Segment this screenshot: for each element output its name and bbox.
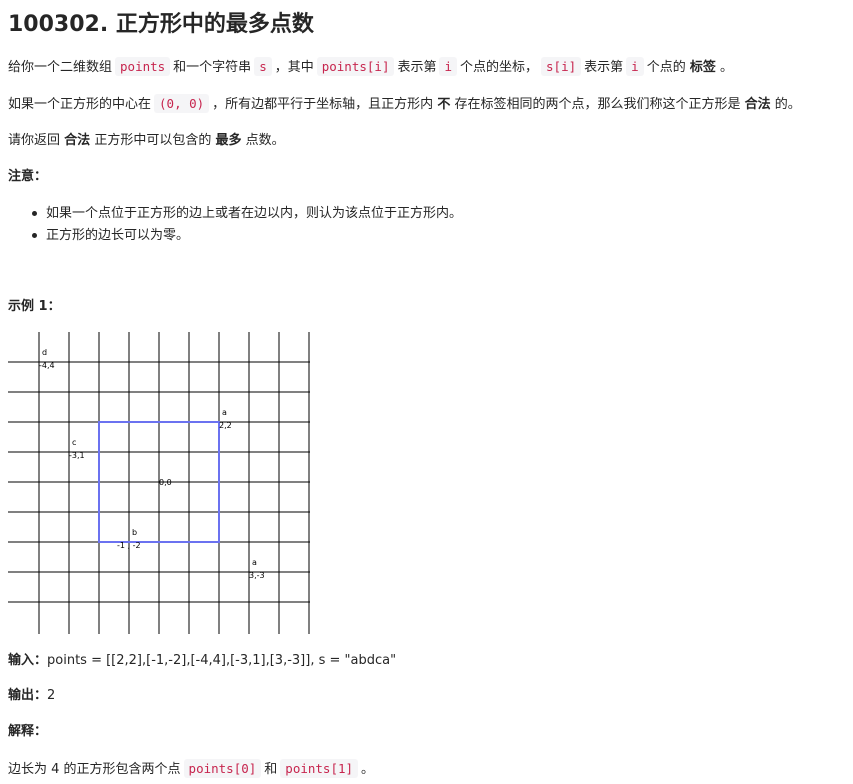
point-coordinate-label: 3,-3 bbox=[249, 571, 265, 580]
inline-code: points bbox=[115, 57, 171, 76]
inline-code: points[i] bbox=[316, 57, 395, 76]
inline-code: (0, 0) bbox=[154, 94, 210, 113]
output-value: 2 bbox=[47, 688, 56, 703]
text: 。 bbox=[361, 762, 375, 777]
text: 。 bbox=[720, 60, 734, 75]
bold-text: 最多 bbox=[215, 133, 242, 148]
description-paragraph-3: 请你返回 合法 正方形中可以包含的 最多 点数。 bbox=[8, 131, 285, 151]
text: 和 bbox=[264, 762, 278, 777]
point-letter-label: c bbox=[72, 438, 76, 447]
inline-code: i bbox=[626, 57, 644, 76]
inline-code: points[1] bbox=[280, 759, 359, 778]
text: ，所有边都平行于坐标轴，且正方形内 bbox=[212, 97, 434, 112]
text: 的。 bbox=[774, 97, 801, 112]
description-paragraph-1: 给你一个二维数组 points 和一个字符串 s ，其中 points[i] 表示第 i 个点的… bbox=[8, 57, 733, 78]
text: 如果一个正方形的中心在 bbox=[8, 97, 152, 112]
example-input: 输入：points = [[2,2],[-1,-2],[-4,4],[-3,1]… bbox=[8, 651, 396, 671]
note-heading: 注意： bbox=[8, 167, 47, 187]
input-label: 输入： bbox=[8, 653, 48, 668]
text: 个点的 bbox=[646, 60, 686, 75]
text: 点数。 bbox=[245, 133, 285, 148]
text: 请你返回 bbox=[8, 133, 61, 148]
description-paragraph-2: 如果一个正方形的中心在 (0, 0) ，所有边都平行于坐标轴，且正方形内 不 存在标… bbox=[8, 94, 801, 115]
text: 表示第 bbox=[584, 60, 624, 75]
point-labels: 0,0 d -4,4 c -3,1 a 2,2 b -1 , -2 a 3,-3 bbox=[39, 348, 265, 580]
text: 正方形中可以包含的 bbox=[94, 133, 212, 148]
example-heading: 示例 1： bbox=[8, 297, 61, 317]
bold-text: 注意： bbox=[8, 169, 48, 184]
note-item: 如果一个点位于正方形的边上或者在边以内，则认为该点位于正方形内。 bbox=[30, 203, 462, 225]
text: 表示第 bbox=[397, 60, 437, 75]
note-list: 如果一个点位于正方形的边上或者在边以内，则认为该点位于正方形内。 正方形的边长可… bbox=[30, 203, 462, 247]
point-letter-label: a bbox=[222, 408, 227, 417]
point-coordinate-label: -3,1 bbox=[69, 451, 85, 460]
problem-title: 100302. 正方形中的最多点数 bbox=[8, 12, 314, 37]
explanation-label: 解释： bbox=[8, 724, 48, 739]
inline-code: i bbox=[439, 57, 458, 76]
point-letter-label: d bbox=[42, 348, 47, 357]
inline-code: points[0] bbox=[183, 759, 262, 778]
explanation-text: 边长为 4 的正方形包含两个点 points[0] 和 points[1]。 bbox=[8, 759, 374, 780]
input-value: points = [[2,2],[-1,-2],[-4,4],[-3,1],[3… bbox=[47, 653, 397, 668]
example-explanation-heading: 解释： bbox=[8, 722, 47, 742]
inline-code: s[i] bbox=[541, 57, 582, 76]
output-label: 输出： bbox=[8, 688, 48, 703]
point-coordinate-label: -1 , -2 bbox=[117, 541, 141, 550]
text: 边长为 4 的正方形包含两个点 bbox=[8, 762, 181, 777]
point-letter-label: a bbox=[252, 558, 257, 567]
bold-text: 合法 bbox=[64, 133, 91, 148]
coordinate-grid-figure: 0,0 d -4,4 c -3,1 a 2,2 b -1 , -2 a 3,-3 bbox=[8, 332, 310, 634]
bold-text: 不 bbox=[437, 97, 451, 112]
inline-code: s bbox=[254, 57, 272, 76]
bold-text: 标签 bbox=[689, 60, 716, 75]
point-coordinate-label: 2,2 bbox=[219, 421, 232, 430]
text: 个点的坐标， bbox=[460, 60, 539, 75]
example-figure: 0,0 d -4,4 c -3,1 a 2,2 b -1 , -2 a 3,-3 bbox=[8, 332, 310, 638]
text: ，其中 bbox=[274, 60, 314, 75]
bold-text: 合法 bbox=[744, 97, 771, 112]
text: 和一个字符串 bbox=[173, 60, 252, 75]
point-letter-label: b bbox=[132, 528, 137, 537]
point-coordinate-label: -4,4 bbox=[39, 361, 55, 370]
text: 给你一个二维数组 bbox=[8, 60, 113, 75]
note-item: 正方形的边长可以为零。 bbox=[30, 225, 462, 247]
text: 存在标签相同的两个点，那么我们称这个正方形是 bbox=[454, 97, 741, 112]
origin-label: 0,0 bbox=[159, 478, 172, 487]
bold-text: 示例 1： bbox=[8, 299, 61, 314]
example-output: 输出：2 bbox=[8, 686, 55, 706]
